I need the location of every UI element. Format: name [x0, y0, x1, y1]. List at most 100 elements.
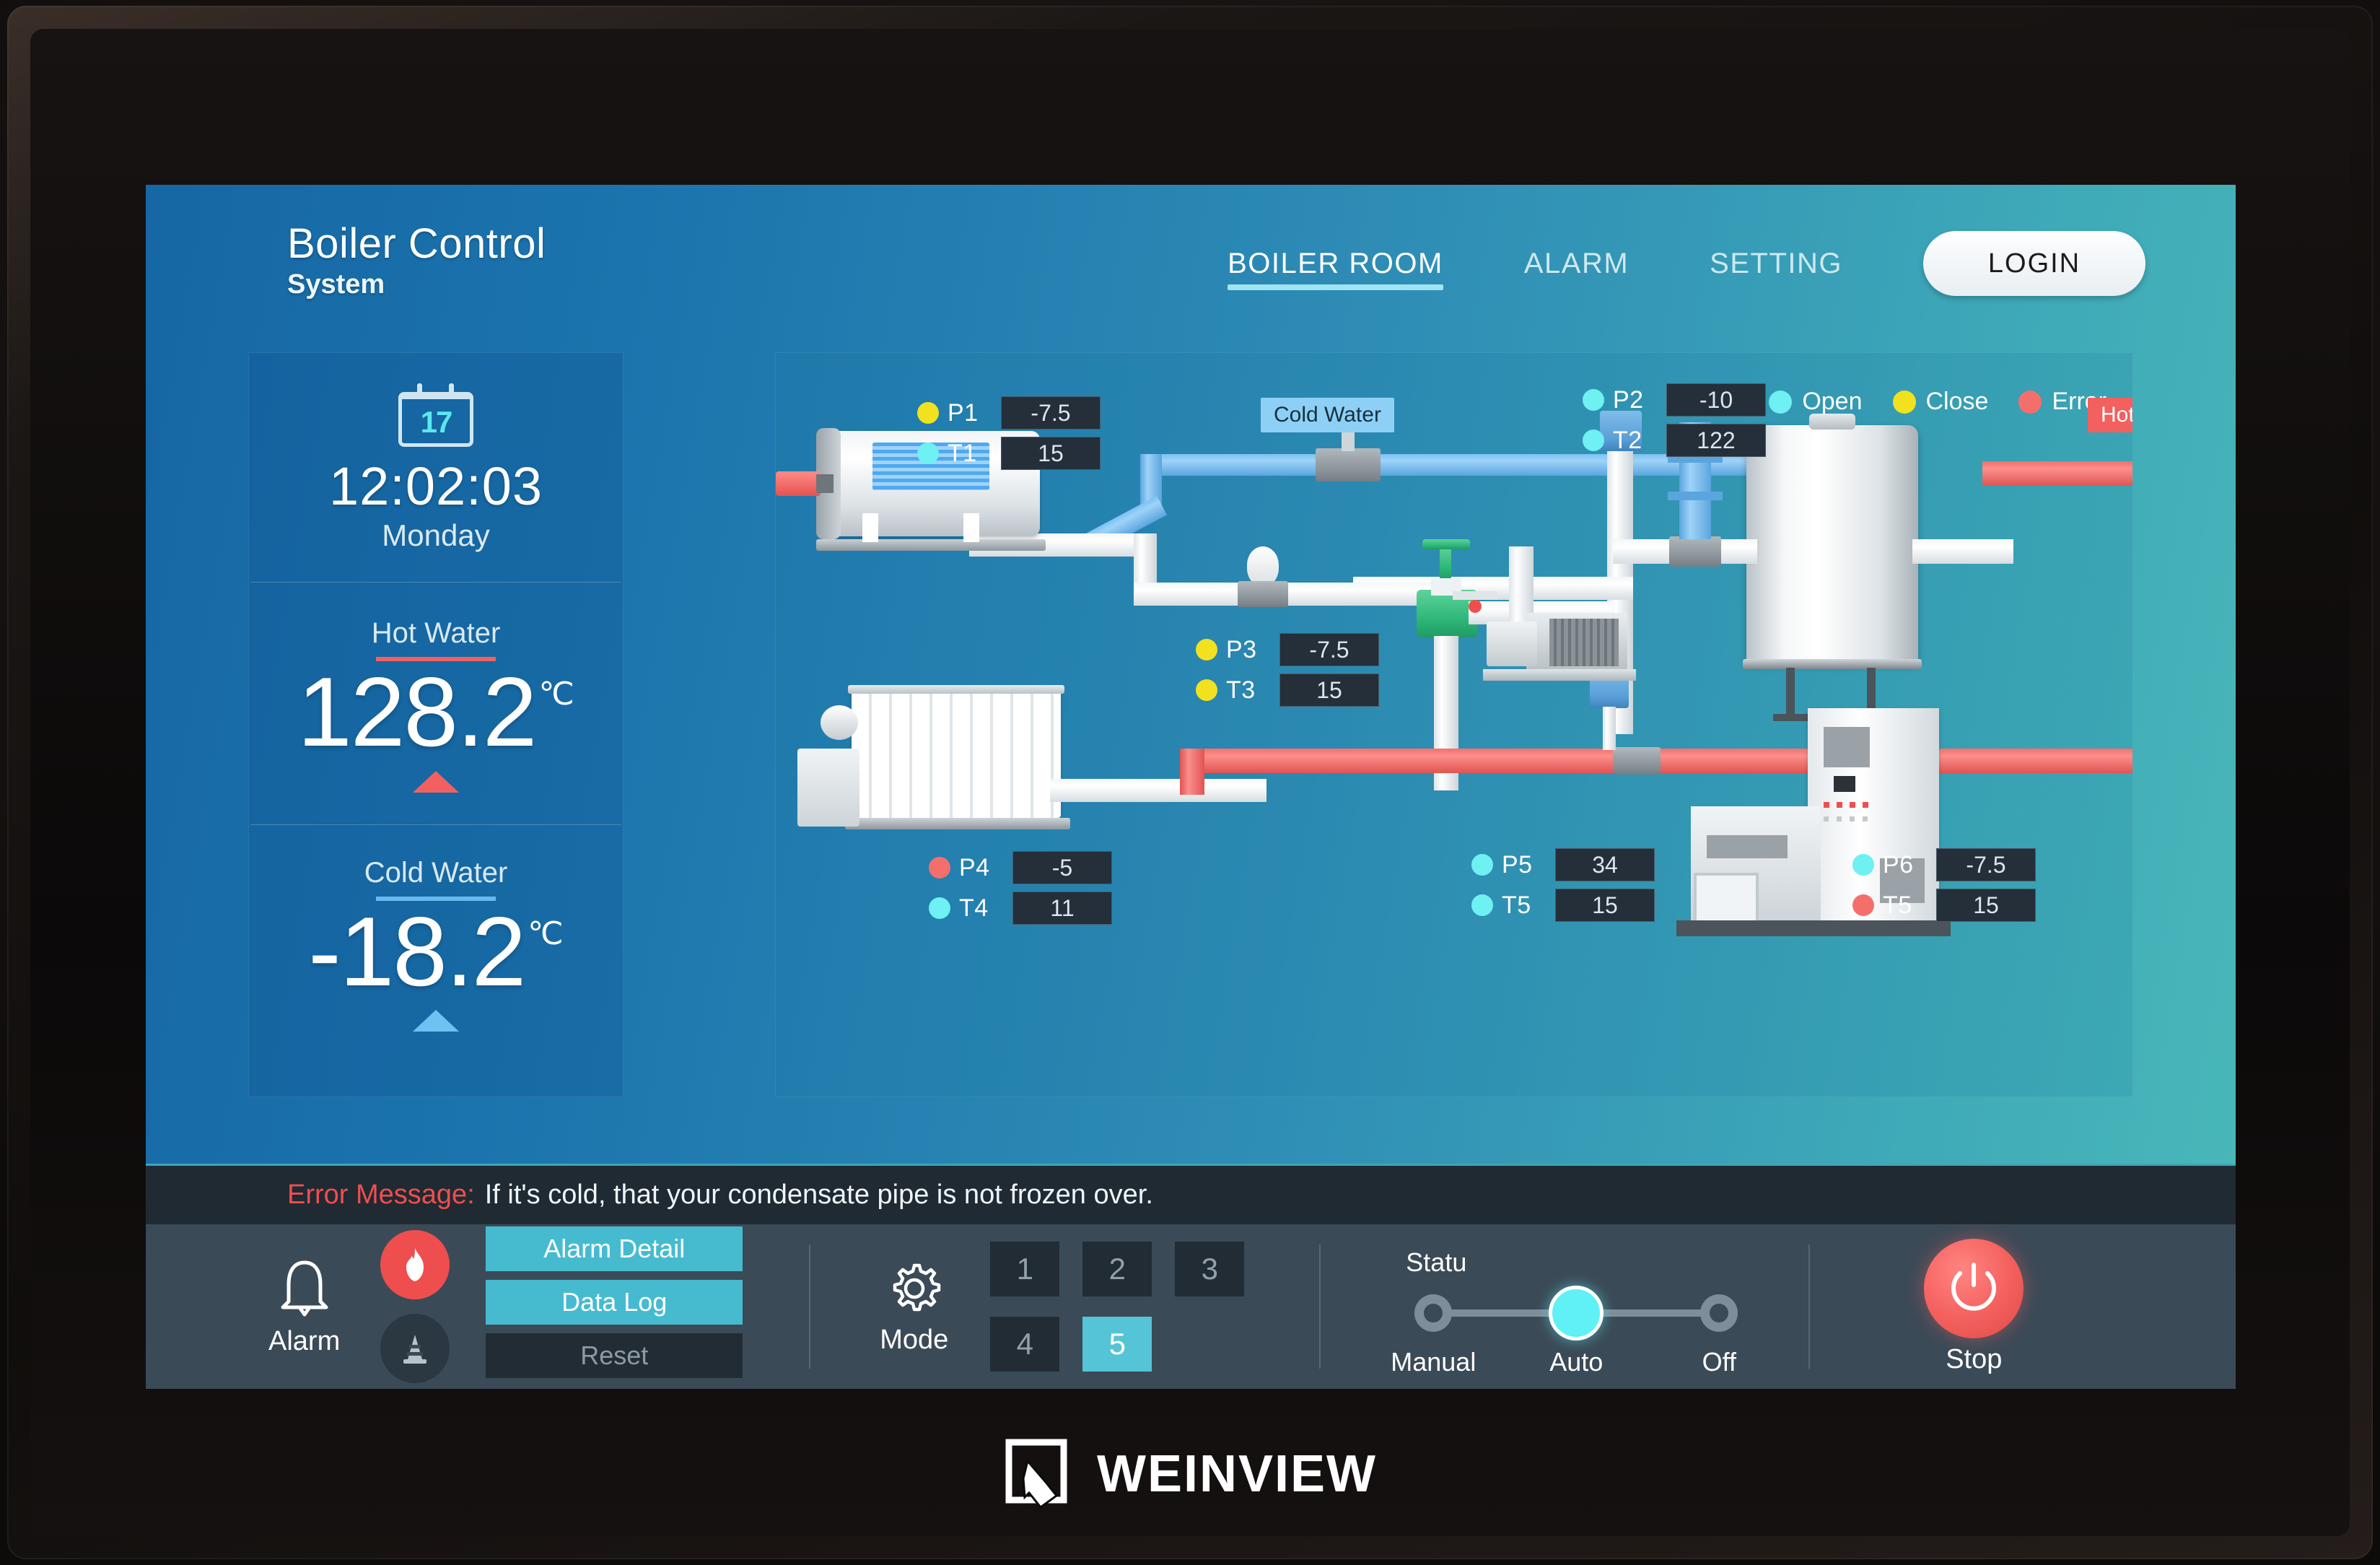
mode-button-grid: 1 2 3 4 5 [990, 1242, 1245, 1372]
cabinet-buttons [1824, 816, 1868, 821]
tank-riser-valve-2[interactable] [1668, 492, 1723, 500]
tag-value[interactable]: 15 [1936, 889, 2036, 922]
mode-button-2[interactable]: 2 [1082, 1242, 1152, 1296]
cabinet-screen [1824, 727, 1870, 767]
hot-water-trend-up-icon [413, 770, 459, 793]
radiator-base [845, 818, 1070, 829]
cold-water-valve-body[interactable] [1316, 448, 1381, 481]
cold-water-cell: Cold Water -18.2 ℃ [249, 857, 623, 1032]
pump-valve-handle[interactable] [1453, 591, 1497, 600]
status-node-auto[interactable] [1549, 1286, 1604, 1341]
hmi-device: Boiler Control System BOILER ROOM ALARM … [0, 0, 2380, 1565]
hot-water-cell: Hot Water 128.2 ℃ [249, 617, 623, 793]
boiler-vessel-1-leg-left [862, 513, 878, 542]
hot-water-label: Hot Water [371, 617, 501, 649]
tag-value[interactable]: 15 [1279, 673, 1379, 707]
pump-motor-core [1549, 619, 1619, 666]
page-title: Boiler Control [287, 220, 546, 267]
stop-column: Stop [1924, 1238, 2024, 1375]
calendar-day: 17 [420, 405, 453, 439]
tag-value[interactable]: 15 [1001, 437, 1101, 470]
node-hole [1710, 1304, 1729, 1322]
radiator-unit [852, 689, 1061, 818]
tag-value[interactable]: 122 [1666, 424, 1766, 457]
tag-value[interactable]: -7.5 [1001, 396, 1101, 430]
alarm-caption: Alarm [268, 1325, 341, 1356]
hot-water-unit: ℃ [538, 676, 574, 712]
brand-name: WEINVIEW [1097, 1445, 1377, 1503]
valve-v2-stem [1603, 707, 1616, 750]
main-nav: BOILER ROOM ALARM SETTING LOGIN [1228, 231, 2145, 296]
tag-value[interactable]: 34 [1555, 848, 1655, 881]
boiler-vessel-1-base [816, 539, 1046, 551]
reset-button[interactable]: Reset [486, 1333, 743, 1378]
mode-button-1[interactable]: 1 [990, 1242, 1060, 1296]
hot-water-value: 128.2 [297, 657, 537, 767]
status-slider-wrap: Statu Manual Auto Off [1391, 1234, 1745, 1379]
tag-row: T1 15 [917, 437, 1101, 470]
tab-setting[interactable]: SETTING [1710, 248, 1842, 290]
alarm-buttons: Alarm Detail Data Log Reset [486, 1226, 743, 1387]
weinview-logo-icon [1005, 1439, 1067, 1509]
mode-button-3[interactable]: 3 [1175, 1242, 1245, 1296]
tag-state-dot-open [1471, 854, 1493, 876]
datetime-cell: 17 12:02:03 Monday [249, 383, 623, 553]
tag-state-dot-close [917, 402, 939, 424]
pump-base [1483, 669, 1636, 681]
status-node-off[interactable] [1700, 1294, 1738, 1332]
tab-boiler-room[interactable]: BOILER ROOM [1228, 248, 1443, 290]
fire-alarm-indicator[interactable] [380, 1230, 450, 1299]
control-bar: Alarm Alarm Detail Data Log Reset Mode 1… [146, 1224, 2236, 1389]
green-valve-handle[interactable] [1422, 539, 1470, 549]
status-title: Statu [1406, 1247, 1467, 1277]
mode-button-5[interactable]: 5 [1082, 1317, 1152, 1372]
tag-label: T2 [1613, 426, 1642, 454]
login-button[interactable]: LOGIN [1923, 231, 2145, 296]
data-log-button[interactable]: Data Log [486, 1280, 743, 1325]
tag-row: T3 15 [1196, 673, 1379, 707]
error-dot-icon [2018, 390, 2042, 414]
tag-state-dot-open [1583, 389, 1604, 411]
tank-inlet-joint [1669, 536, 1721, 567]
storage-tank-base [1743, 659, 1922, 669]
hot-water-reading: 128.2 ℃ [249, 658, 623, 767]
tag-row: P6 -7.5 [1852, 848, 2036, 881]
mode-button-4[interactable]: 4 [990, 1317, 1060, 1372]
tag-label: P3 [1226, 635, 1257, 663]
screen-main-area: Boiler Control System BOILER ROOM ALARM … [146, 185, 2236, 1164]
stop-button[interactable] [1924, 1238, 2024, 1338]
tag-value[interactable]: 15 [1555, 889, 1655, 922]
radiator-pump-housing [797, 749, 859, 827]
tag-row: P5 34 [1471, 848, 1655, 881]
tag-label: T3 [1226, 676, 1256, 704]
tag-value[interactable]: -10 [1666, 383, 1766, 417]
alarm-detail-button[interactable]: Alarm Detail [486, 1226, 743, 1271]
tag-value[interactable]: -5 [1012, 851, 1112, 884]
tag-value[interactable]: -7.5 [1279, 633, 1379, 666]
tag-label: T4 [959, 894, 989, 922]
tag-group-1: P1 -7.5 T1 15 [917, 396, 1101, 477]
tag-row: P1 -7.5 [917, 396, 1101, 430]
tag-state-dot-open [1471, 894, 1493, 916]
stop-section: Stop [1810, 1224, 2024, 1389]
gauge-joint [1238, 581, 1288, 607]
tab-alarm[interactable]: ALARM [1524, 248, 1629, 290]
maintenance-indicator[interactable] [380, 1314, 450, 1383]
tag-value[interactable]: 11 [1012, 892, 1112, 925]
alarm-indicator[interactable]: Alarm [268, 1257, 340, 1357]
process-diagram: Open Close Error Cold Water Hot P1 -7.5 … [775, 352, 2133, 1097]
storage-tank [1746, 425, 1918, 663]
cold-water-trend-up-icon [413, 1010, 459, 1032]
tag-label: P4 [959, 853, 990, 881]
storage-tank-leg-left [1786, 668, 1795, 717]
cold-water-label: Cold Water [364, 856, 508, 889]
pump-valve-knob [1469, 600, 1482, 613]
storage-tank-foot-left [1773, 714, 1808, 721]
clock-weekday: Monday [382, 518, 490, 552]
tag-row: P3 -7.5 [1196, 633, 1379, 666]
page-subtitle: System [287, 269, 385, 300]
status-node-manual[interactable] [1414, 1294, 1453, 1332]
tag-value[interactable]: -7.5 [1936, 848, 2036, 881]
title-block: Boiler Control System [287, 219, 546, 300]
cabinet-keypad [1834, 776, 1855, 792]
